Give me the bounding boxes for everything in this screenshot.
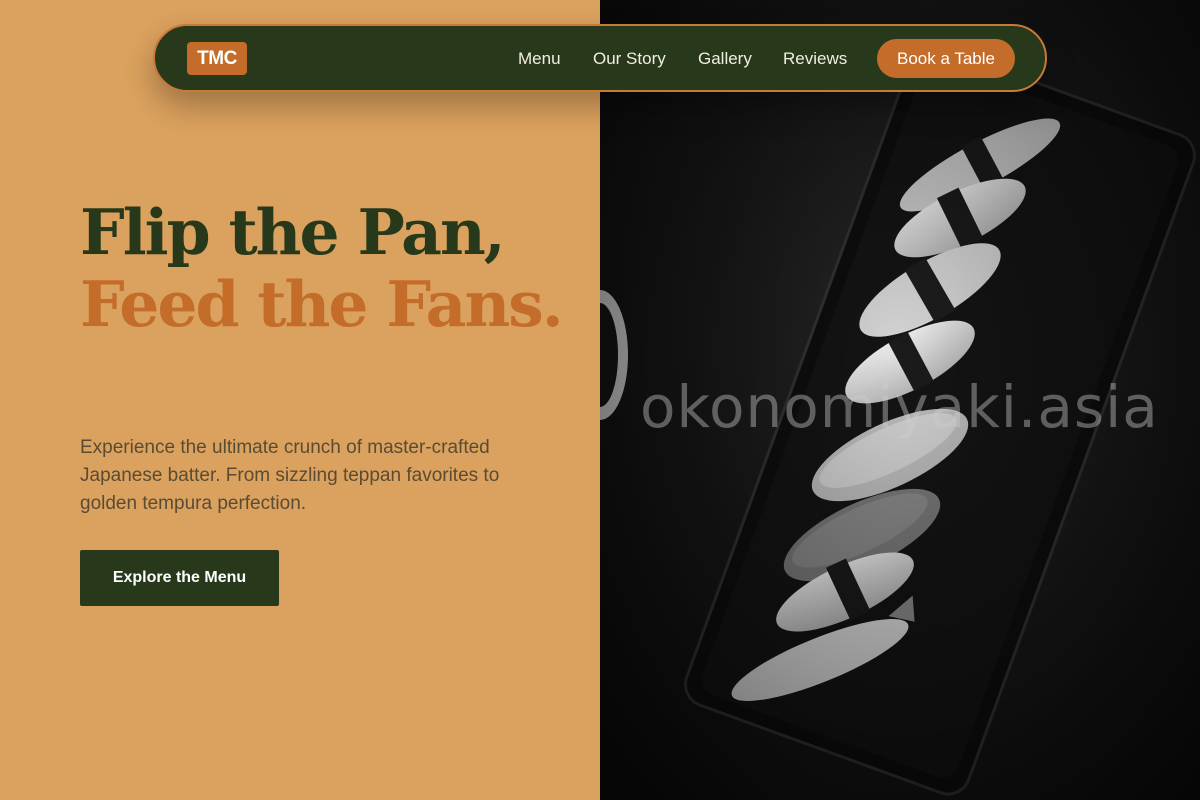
nav-link-reviews[interactable]: Reviews <box>783 49 847 69</box>
hero-subtext: Experience the ultimate crunch of master… <box>80 437 500 514</box>
top-navigation: TMC Menu Our Story Gallery Reviews Book … <box>153 24 1047 92</box>
watermark-text: okonomiyaki.asia <box>640 373 1159 441</box>
nav-link-menu[interactable]: Menu <box>518 49 561 69</box>
headline-line-1: Flip the Pan, <box>80 195 506 269</box>
brand-logo[interactable]: TMC <box>187 42 247 75</box>
nav-link-our-story[interactable]: Our Story <box>593 49 666 69</box>
explore-menu-button[interactable]: Explore the Menu <box>80 550 279 606</box>
hero-headline: Flip the Pan, Feed the Fans. <box>80 196 580 340</box>
hero-left-panel <box>0 0 600 800</box>
headline-line-2: Feed the Fans. <box>80 267 564 341</box>
nav-link-gallery[interactable]: Gallery <box>698 49 752 69</box>
book-table-button[interactable]: Book a Table <box>877 39 1015 78</box>
